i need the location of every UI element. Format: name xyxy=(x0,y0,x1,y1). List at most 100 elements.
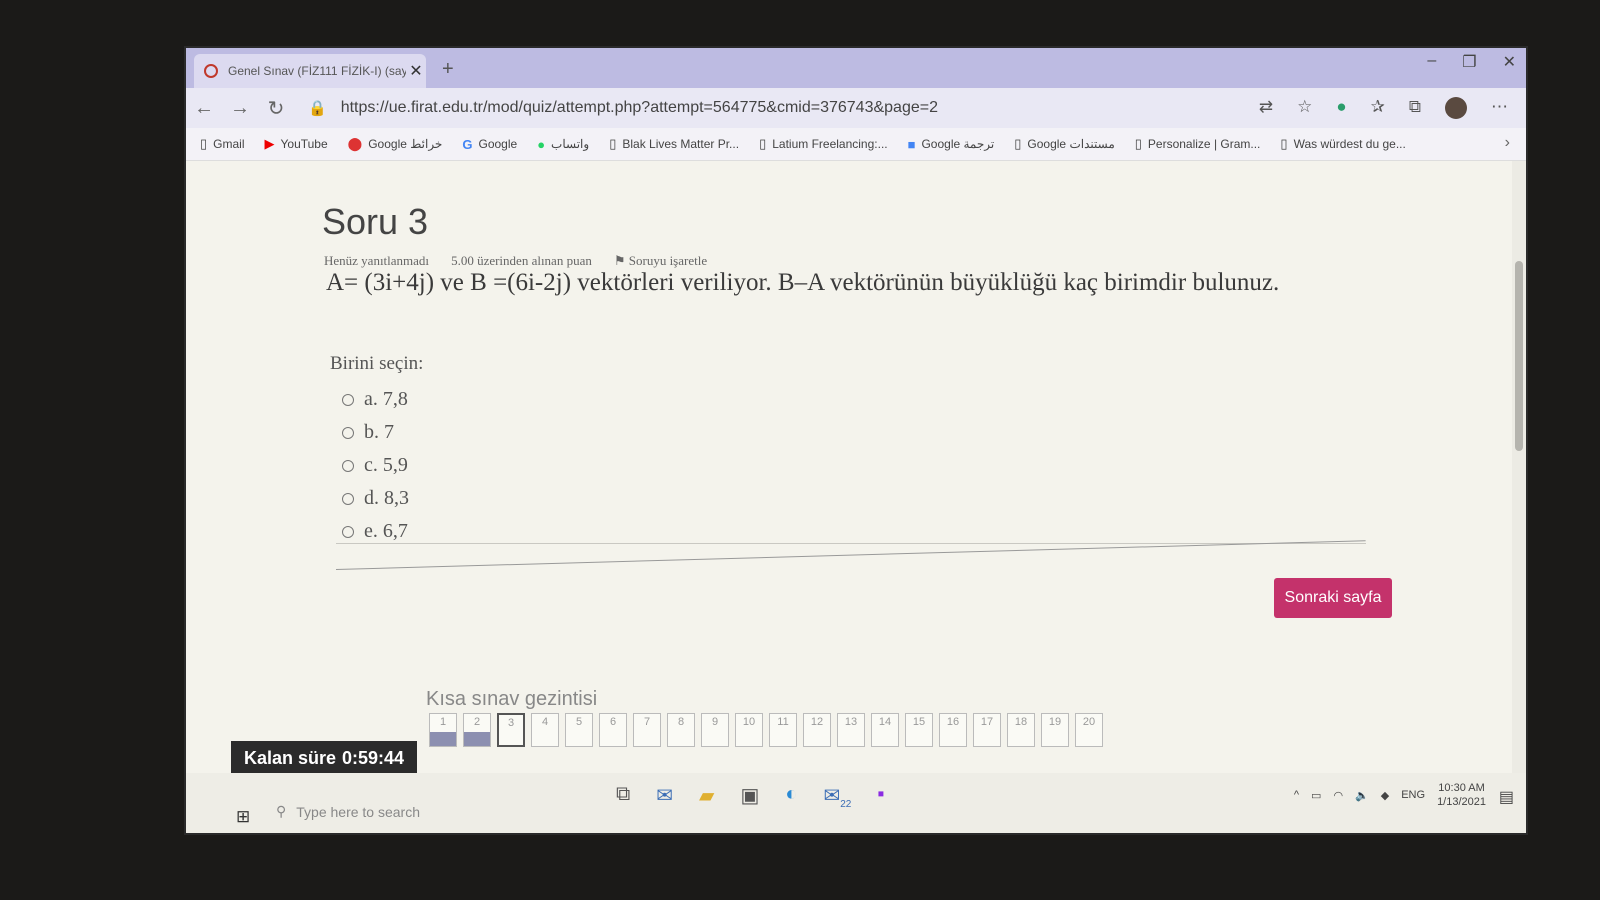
question-nav-button[interactable]: 16 xyxy=(939,713,967,747)
volume-icon[interactable]: 🔈 xyxy=(1355,789,1369,802)
dropbox-icon[interactable]: ◆ xyxy=(1381,789,1389,802)
back-icon[interactable]: ← xyxy=(186,97,222,120)
favorites-icon[interactable]: ✰ xyxy=(1371,97,1385,119)
quiz-navigation-title: Kısa sınav gezintisi xyxy=(426,688,598,710)
search-icon: ⚲ xyxy=(276,803,287,819)
window-controls: – ❐ ✕ xyxy=(1427,52,1516,72)
search-placeholder: Type here to search xyxy=(296,803,421,820)
question-nav-button[interactable]: 11 xyxy=(769,713,797,747)
question-nav-button[interactable]: 17 xyxy=(973,713,1001,747)
outlook-icon[interactable]: ✉ xyxy=(656,783,673,810)
bookmark-label: Was würdest du ge... xyxy=(1293,137,1406,151)
timer-value: 0:59:44 xyxy=(342,747,405,768)
address-bar[interactable]: 🔒 https://ue.firat.edu.tr/mod/quiz/attem… xyxy=(308,99,1259,117)
scrollbar[interactable] xyxy=(1512,161,1526,773)
app-icon[interactable]: ▪ xyxy=(877,783,884,810)
option-d[interactable]: d. 8,3 xyxy=(342,482,409,515)
collections-icon[interactable]: ⧉ xyxy=(1409,97,1421,119)
windows-start-icon[interactable]: ⊞ xyxy=(236,807,250,827)
question-text: A= (3i+4j) ve B =(6i-2j) vektörleri veri… xyxy=(326,269,1280,296)
bookmark-label: Google مستندات xyxy=(1027,137,1115,151)
favorite-star-icon[interactable]: ☆ xyxy=(1297,97,1312,119)
question-nav-button[interactable]: 7 xyxy=(633,713,661,747)
question-nav-button[interactable]: 19 xyxy=(1041,713,1069,747)
timer: Kalan süre 0:59:44 xyxy=(231,741,417,775)
page-icon: ▯ xyxy=(1014,136,1022,151)
question-nav-button[interactable]: 9 xyxy=(701,713,729,747)
scrollbar-thumb[interactable] xyxy=(1515,261,1523,451)
clock[interactable]: 10:30 AM 1/13/2021 xyxy=(1437,781,1486,809)
next-page-button[interactable]: Sonraki sayfa xyxy=(1274,578,1392,618)
bookmark-blm[interactable]: ▯ Blak Lives Matter Pr... xyxy=(609,136,739,152)
page-icon: ▯ xyxy=(1280,136,1288,151)
reload-icon[interactable]: ↻ xyxy=(258,96,294,121)
bookmark-latium[interactable]: ▯ Latium Freelancing:... xyxy=(759,136,888,152)
new-tab-icon[interactable]: + xyxy=(442,58,454,81)
question-nav-button[interactable]: 15 xyxy=(905,713,933,747)
restore-icon[interactable]: ❐ xyxy=(1462,52,1476,72)
edge-icon[interactable]: ◐ xyxy=(785,783,797,810)
question-nav-button[interactable]: 4 xyxy=(531,713,559,747)
question-nav-button[interactable]: 20 xyxy=(1075,713,1103,747)
minimize-icon[interactable]: – xyxy=(1427,52,1436,72)
bookmark-was-wurdest[interactable]: ▯ Was würdest du ge... xyxy=(1280,136,1405,152)
mail-badge: 22 xyxy=(840,799,852,810)
option-c[interactable]: c. 5,9 xyxy=(342,449,409,482)
bookmarks-bar: ▯ Gmail ▶ YouTube ⬤ Google خرائط G Google ● و… xyxy=(186,128,1526,161)
question-heading: Soru 3 xyxy=(322,201,429,242)
question-nav-button[interactable]: 8 xyxy=(667,713,695,747)
question-nav-button[interactable]: 13 xyxy=(837,713,865,747)
flag-question-link[interactable]: ⚑ Soruyu işaretle xyxy=(614,253,707,269)
file-explorer-icon[interactable]: ▰ xyxy=(699,783,714,810)
bookmark-label: واتساب xyxy=(551,137,590,151)
question-nav-button[interactable]: 14 xyxy=(871,713,899,747)
option-label: c. 5,9 xyxy=(364,454,408,476)
taskbar-search[interactable]: ⚲ Type here to search xyxy=(276,803,420,820)
radio-button[interactable] xyxy=(342,525,354,538)
close-tab-icon[interactable]: ✕ xyxy=(406,61,426,81)
chevron-right-icon[interactable]: › xyxy=(1505,134,1510,152)
question-nav-button[interactable]: 6 xyxy=(599,713,627,747)
mail-icon[interactable]: ✉22 xyxy=(823,783,851,810)
radio-button[interactable] xyxy=(342,426,354,439)
question-nav-button[interactable]: 18 xyxy=(1007,713,1035,747)
battery-icon[interactable]: ▭ xyxy=(1311,789,1321,802)
profile-avatar[interactable] xyxy=(1445,97,1467,119)
radio-button[interactable] xyxy=(342,459,354,472)
bookmark-google[interactable]: G Google xyxy=(462,137,517,152)
bookmark-google-maps[interactable]: ⬤ Google خرائط xyxy=(348,136,443,152)
question-nav-button[interactable]: 1 xyxy=(429,713,457,747)
bookmark-google-docs[interactable]: ▯ Google مستندات xyxy=(1014,136,1115,152)
bookmark-gmail[interactable]: ▯ Gmail xyxy=(200,136,245,152)
question-nav-button[interactable]: 12 xyxy=(803,713,831,747)
browser-tab[interactable]: Genel Sınav (FİZ111 FİZİK-I) (say ✕ xyxy=(194,54,426,88)
more-menu-icon[interactable]: ⋯ xyxy=(1491,97,1508,119)
bookmark-grammarly[interactable]: ▯ Personalize | Gram... xyxy=(1135,136,1261,152)
radio-button[interactable] xyxy=(342,492,354,505)
chevron-up-icon[interactable]: ^ xyxy=(1294,789,1299,801)
bookmark-google-translate[interactable]: ■ Google ترجمة xyxy=(908,137,995,152)
language-indicator[interactable]: ENG xyxy=(1401,789,1425,801)
translate-icon[interactable]: ⇄ xyxy=(1259,97,1273,119)
question-nav-button[interactable]: 3 xyxy=(497,713,525,747)
question-nav-button[interactable]: 5 xyxy=(565,713,593,747)
close-window-icon[interactable]: ✕ xyxy=(1503,52,1516,72)
store-icon[interactable]: ▣ xyxy=(740,783,759,810)
choose-prompt: Birini seçin: xyxy=(330,353,424,374)
forward-icon[interactable]: → xyxy=(222,97,258,120)
question-nav-button[interactable]: 2 xyxy=(463,713,491,747)
wifi-icon[interactable]: ◠ xyxy=(1333,789,1343,802)
task-view-icon[interactable]: ⧉ xyxy=(616,783,630,810)
option-b[interactable]: b. 7 xyxy=(342,416,409,449)
question-nav-button[interactable]: 10 xyxy=(735,713,763,747)
bookmark-label: Google خرائط xyxy=(368,137,443,151)
option-label: d. 8,3 xyxy=(364,487,409,509)
bookmark-whatsapp[interactable]: ● واتساب xyxy=(537,137,589,152)
notification-icon[interactable]: ▤ xyxy=(1499,787,1514,807)
site-favicon-icon xyxy=(204,64,218,78)
answer-options: a. 7,8 b. 7 c. 5,9 d. 8,3 e. 6,7 xyxy=(342,383,409,548)
radio-button[interactable] xyxy=(342,393,354,406)
bookmark-youtube[interactable]: ▶ YouTube xyxy=(265,136,328,152)
grammarly-icon[interactable]: ● xyxy=(1336,97,1346,119)
option-a[interactable]: a. 7,8 xyxy=(342,383,409,416)
